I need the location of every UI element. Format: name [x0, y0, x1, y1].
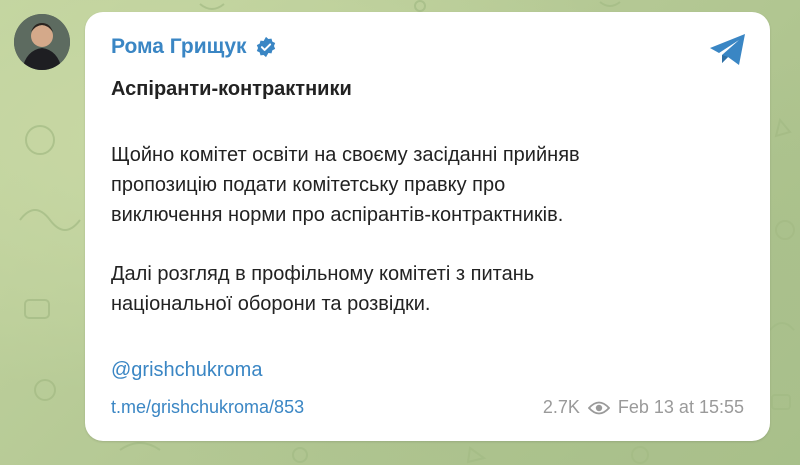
eye-icon: [587, 401, 610, 414]
view-count: 2.7K: [542, 397, 580, 417]
post-date: Feb 13 at 15:55: [617, 397, 744, 417]
avatar-image: [14, 14, 70, 70]
paragraph-line: виключення норми про аспірантів-контракт…: [111, 204, 564, 226]
post-title: Аспіранти-контрактники: [111, 78, 352, 100]
post-card: Рома Грищук Аспіранти-контрактники Щойно…: [85, 12, 770, 441]
verified-badge-icon: [256, 36, 275, 58]
author-avatar[interactable]: [14, 14, 70, 70]
paragraph-line: пропозицію подати комітетську правку про: [111, 174, 506, 196]
post-paragraph-2: Далі розгляд в профільному комітеті з пи…: [111, 259, 751, 319]
paragraph-line: національної оборони та розвідки.: [111, 293, 431, 315]
post-meta: 2.7K Feb 13 at 15:55: [543, 397, 744, 418]
post-link[interactable]: t.me/grishchukroma/853: [111, 397, 304, 418]
paragraph-line: Далі розгляд в профільному комітеті з пи…: [111, 263, 535, 285]
post-author[interactable]: Рома Грищук: [111, 35, 277, 59]
author-handle-link[interactable]: @grishchukroma: [111, 359, 262, 382]
post-paragraph-1: Щойно комітет освіти на своєму засіданні…: [111, 140, 751, 230]
author-name[interactable]: Рома Грищук: [111, 35, 247, 59]
paragraph-line: Щойно комітет освіти на своєму засіданні…: [111, 144, 580, 166]
telegram-icon[interactable]: [708, 32, 748, 68]
